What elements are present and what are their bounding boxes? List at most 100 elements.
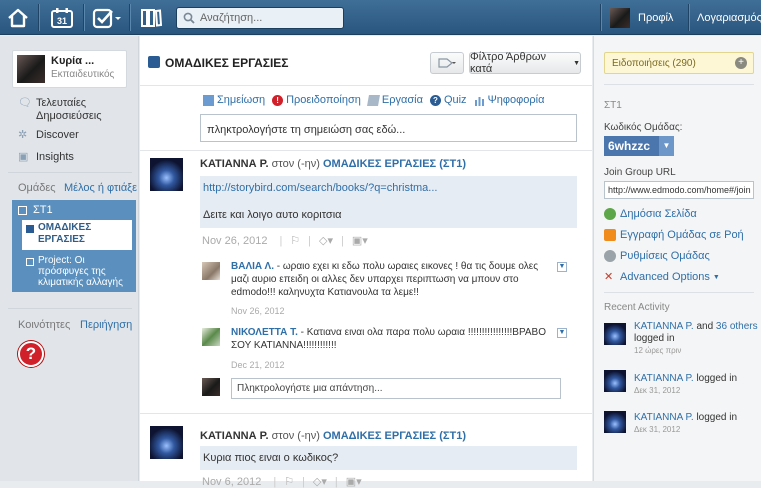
more-options-icon[interactable]: ▣▾: [346, 475, 362, 488]
tab-alert[interactable]: ! Προειδοποίηση: [272, 94, 361, 106]
join-group-link[interactable]: Μέλος ή φτιάξε: [64, 182, 137, 194]
post-group-link[interactable]: ΟΜΑΔΙΚΕΣ ΕΡΓΑΣΙΕΣ (ΣΤ1): [323, 158, 466, 170]
group-st1-block: ΣΤ1 ΟΜΑΔΙΚΕΣ ΕΡΓΑΣΙΕΣ Project: Οι πρόσφυ…: [12, 200, 136, 292]
search-input[interactable]: Αναζήτηση...: [176, 7, 344, 29]
post-group-link[interactable]: ΟΜΑΔΙΚΕΣ ΕΡΓΑΣΙΕΣ (ΣΤ1): [323, 430, 466, 442]
sidebar-item-insights[interactable]: ▣ Insights: [18, 151, 74, 164]
browse-communities-link[interactable]: Περιήγηση: [80, 319, 132, 331]
avatar: [604, 370, 626, 392]
profile-card[interactable]: Κυρία ... Εκπαιδευτικός: [12, 50, 127, 88]
public-page-link[interactable]: Δημόσια Σελίδα: [604, 208, 697, 220]
tab-assignment[interactable]: Εργασία: [366, 94, 423, 106]
activity-item: ΚΑΤΙΑΝΝΑ Ρ. and 36 others logged in 12 ώ…: [634, 321, 758, 355]
help-icon[interactable]: ?: [18, 341, 44, 367]
post-header: ΚΑΤΙΑΝΝΑ Ρ. στον (-ην) ΟΜΑΔΙΚΕΣ ΕΡΓΑΣΙΕΣ…: [200, 158, 466, 170]
post-body: http://storybird.com/search/books/?q=chr…: [200, 176, 577, 228]
reply-date: Nov 26, 2012: [231, 306, 285, 316]
compass-icon: ✲: [18, 129, 28, 141]
join-url-field[interactable]: http://www.edmodo.com/home#/join: [604, 181, 754, 199]
sidebar-item-project[interactable]: Project: Οι πρόσφυγες της κλιματικής αλλ…: [22, 254, 134, 290]
composer-tabs: Σημείωση ! Προειδοποίηση Εργασία ? Quiz Ψη…: [203, 94, 544, 106]
post-author[interactable]: ΚΑΤΙΑΝΝΑ Ρ.: [200, 430, 269, 442]
group-name: ΣΤ1: [604, 100, 622, 111]
assignments-icon[interactable]: [88, 0, 126, 35]
reply-icon[interactable]: ⚐: [284, 475, 294, 488]
tag-icon: [438, 58, 456, 68]
tab-quiz[interactable]: ? Quiz: [429, 94, 467, 106]
tag-filter-button[interactable]: [430, 52, 464, 74]
profile-name: Κυρία ...: [51, 55, 95, 67]
post-author[interactable]: ΚΑΤΙΑΝΝΑ Ρ.: [200, 158, 269, 170]
chevron-down-icon: ▼: [573, 59, 580, 67]
avatar: [150, 426, 183, 459]
join-url-label: Join Group URL: [604, 167, 676, 178]
group-icon: [18, 205, 27, 215]
composer-placeholder: πληκτρολογήστε τη σημειώση σας εδώ...: [207, 124, 406, 136]
reply-input[interactable]: Πληκτρολογήστε μια απάντηση...: [231, 378, 561, 399]
post-actions: Nov 6, 2012 | ⚐ | ◇▾ | ▣▾: [202, 475, 362, 488]
avatar: [17, 55, 45, 83]
recent-activity-heading: Recent Activity: [604, 302, 670, 313]
group-code-label: Κωδικός Ομάδας:: [604, 122, 683, 133]
sidebar-item-st1[interactable]: ΣΤ1: [18, 204, 53, 216]
search-placeholder: Αναζήτηση...: [200, 12, 263, 24]
insights-icon: ▣: [18, 151, 29, 163]
rss-subscribe-link[interactable]: Εγγραφή Ομάδας σε Ροή: [604, 229, 744, 241]
group-code-box[interactable]: 6whzzc ▼: [604, 136, 674, 156]
group-icon: [148, 56, 160, 68]
activity-others-link[interactable]: 36 others: [716, 321, 758, 332]
avatar: [604, 411, 626, 433]
activity-item: ΚΑΤΙΑΝΝΑ Ρ. logged in Δεκ 31, 2012: [634, 412, 758, 436]
sidebar-item-discover[interactable]: ✲ Discover: [18, 129, 79, 142]
post-to: στον (-ην): [271, 430, 320, 442]
tag-icon[interactable]: ◇▾: [313, 475, 327, 488]
group-code: 6whzzc: [604, 136, 659, 156]
filter-label: Φίλτρο Άρθρων κατά: [470, 51, 546, 75]
post-actions: Nov 26, 2012 | ⚐ | ◇▾ | ▣▾: [202, 234, 368, 248]
advanced-options-link[interactable]: ✕ Advanced Options ▼: [604, 271, 720, 283]
note-composer-input[interactable]: πληκτρολογήστε τη σημειώση σας εδώ...: [200, 114, 577, 142]
profile-link[interactable]: Προφίλ: [610, 7, 673, 29]
more-options-icon[interactable]: ▣▾: [352, 234, 368, 247]
avatar: [150, 158, 183, 191]
activity-user[interactable]: ΚΑΤΙΑΝΝΑ Ρ.: [634, 412, 694, 423]
poll-icon: [474, 96, 484, 106]
activity-user[interactable]: ΚΑΤΙΑΝΝΑ Ρ.: [634, 321, 694, 332]
calendar-day: 31: [57, 16, 67, 26]
tab-note[interactable]: Σημείωση: [203, 94, 265, 106]
sidebar-item-label: Insights: [36, 151, 74, 163]
tag-icon[interactable]: ◇▾: [319, 234, 333, 247]
notifications-button[interactable]: Ειδοποιήσεις (290) +: [604, 52, 754, 74]
activity-user[interactable]: ΚΑΤΙΑΝΝΑ Ρ.: [634, 373, 694, 384]
home-icon[interactable]: [0, 0, 36, 35]
activity-item: ΚΑΤΙΑΝΝΑ Ρ. logged in Δεκ 31, 2012: [634, 373, 758, 397]
library-icon[interactable]: [134, 0, 168, 35]
post-text: Κυρια πιος ειναι ο κωδικος?: [203, 452, 339, 464]
search-icon: [183, 12, 195, 24]
tab-poll[interactable]: Ψηφοφορία: [474, 94, 544, 106]
group-settings-link[interactable]: Ρυθμίσεις Ομάδας: [604, 250, 710, 262]
avatar: [604, 323, 626, 345]
avatar: [202, 328, 220, 346]
sidebar-item-label: Τελευταίες Δημοσιεύσεις: [36, 97, 102, 122]
reply-menu-icon[interactable]: ▼: [557, 262, 567, 272]
group-icon: [26, 225, 34, 233]
add-icon: +: [735, 57, 747, 69]
reply-icon[interactable]: ⚐: [290, 234, 300, 247]
post-to: στον (-ην): [271, 158, 320, 170]
calendar-icon[interactable]: 31: [46, 0, 78, 35]
activity-time: 12 ώρες πριν: [634, 346, 682, 355]
sidebar-item-codes[interactable]: ΟΜΑΔΙΚΕΣ ΕΡΓΑΣΙΕΣ: [22, 220, 132, 250]
sidebar-item-recent-posts[interactable]: 🗨 Τελευταίες Δημοσιεύσεις: [18, 97, 126, 123]
profile-role: Εκπαιδευτικός: [51, 69, 115, 80]
account-menu[interactable]: Λογαριασμός ▼: [697, 0, 761, 35]
speech-bubble-icon: 🗨: [18, 97, 32, 109]
post-link[interactable]: http://storybird.com/search/books/?q=chr…: [203, 182, 437, 194]
rss-icon: [604, 229, 616, 241]
top-navigation-bar: 31 Αναζήτηση... Προφίλ Λογαριασμός ▼: [0, 0, 761, 35]
reply-body: - ωραιο εχει κι εδω πολυ ωραιες εικονες …: [231, 261, 539, 298]
reply-menu-icon[interactable]: ▼: [557, 328, 567, 338]
reply-author[interactable]: ΒΑΛΙΑ Λ.: [231, 261, 274, 272]
reply-author[interactable]: ΝΙΚΟΛΕΤΤΑ Τ.: [231, 327, 298, 338]
post-filter-dropdown[interactable]: Φίλτρο Άρθρων κατά ▼: [469, 51, 581, 75]
